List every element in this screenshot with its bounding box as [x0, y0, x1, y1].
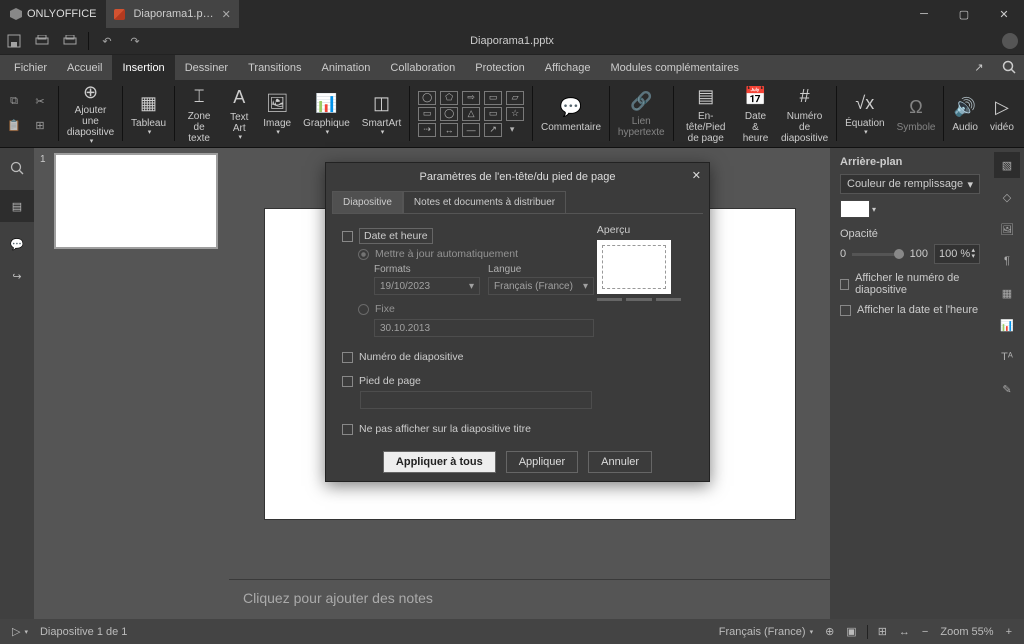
cancel-button[interactable]: Annuler	[588, 451, 652, 473]
language-label: Langue	[488, 264, 594, 275]
slide-number-checkbox[interactable]: Numéro de diapositive	[342, 351, 594, 363]
footer-text-input[interactable]	[360, 391, 592, 409]
tracking-button[interactable]: ▣	[840, 625, 862, 638]
dont-show-title-checkbox[interactable]: Ne pas afficher sur la diapositive titre	[342, 423, 594, 435]
preview-thumbnail	[597, 240, 671, 294]
zoom-level[interactable]: Zoom 55%	[934, 626, 999, 638]
date-format-combo[interactable]: 19/10/2023▾	[374, 277, 480, 295]
dialog-backdrop: Paramètres de l'en-tête/du pied de page …	[0, 0, 1024, 618]
zoom-in-button[interactable]: +	[1000, 626, 1018, 638]
fit-width-button[interactable]: ↔	[893, 626, 916, 638]
date-time-checkbox[interactable]: Date et heure	[342, 228, 594, 244]
formats-label: Formats	[374, 264, 480, 275]
close-dialog-button[interactable]: ✕	[692, 169, 701, 182]
fixed-radio[interactable]: Fixe	[358, 303, 594, 315]
document-language[interactable]: Français (France) ▾	[713, 626, 819, 638]
apply-button[interactable]: Appliquer	[506, 451, 578, 473]
fixed-date-input[interactable]: 30.10.2013	[374, 319, 594, 337]
preview-label: Aperçu	[597, 224, 630, 236]
auto-update-radio[interactable]: Mettre à jour automatiquement	[358, 248, 594, 260]
play-slideshow-button[interactable]: ▷▾	[6, 625, 34, 638]
slide-counter: Diapositive 1 de 1	[34, 626, 133, 638]
fit-slide-button[interactable]: ⊞	[872, 625, 893, 638]
statusbar: ▷▾ Diapositive 1 de 1 Français (France) …	[0, 619, 1024, 644]
language-combo[interactable]: Français (France)▾	[488, 277, 594, 295]
header-footer-dialog: Paramètres de l'en-tête/du pied de page …	[325, 162, 710, 482]
dialog-title: Paramètres de l'en-tête/du pied de page …	[326, 163, 709, 191]
apply-all-button[interactable]: Appliquer à tous	[383, 451, 496, 473]
tab-slide[interactable]: Diapositive	[332, 191, 403, 213]
zoom-out-button[interactable]: −	[916, 626, 934, 638]
footer-checkbox[interactable]: Pied de page	[342, 375, 594, 387]
tab-notes-handouts[interactable]: Notes et documents à distribuer	[403, 191, 566, 213]
spellcheck-button[interactable]: ⊕	[819, 625, 840, 638]
